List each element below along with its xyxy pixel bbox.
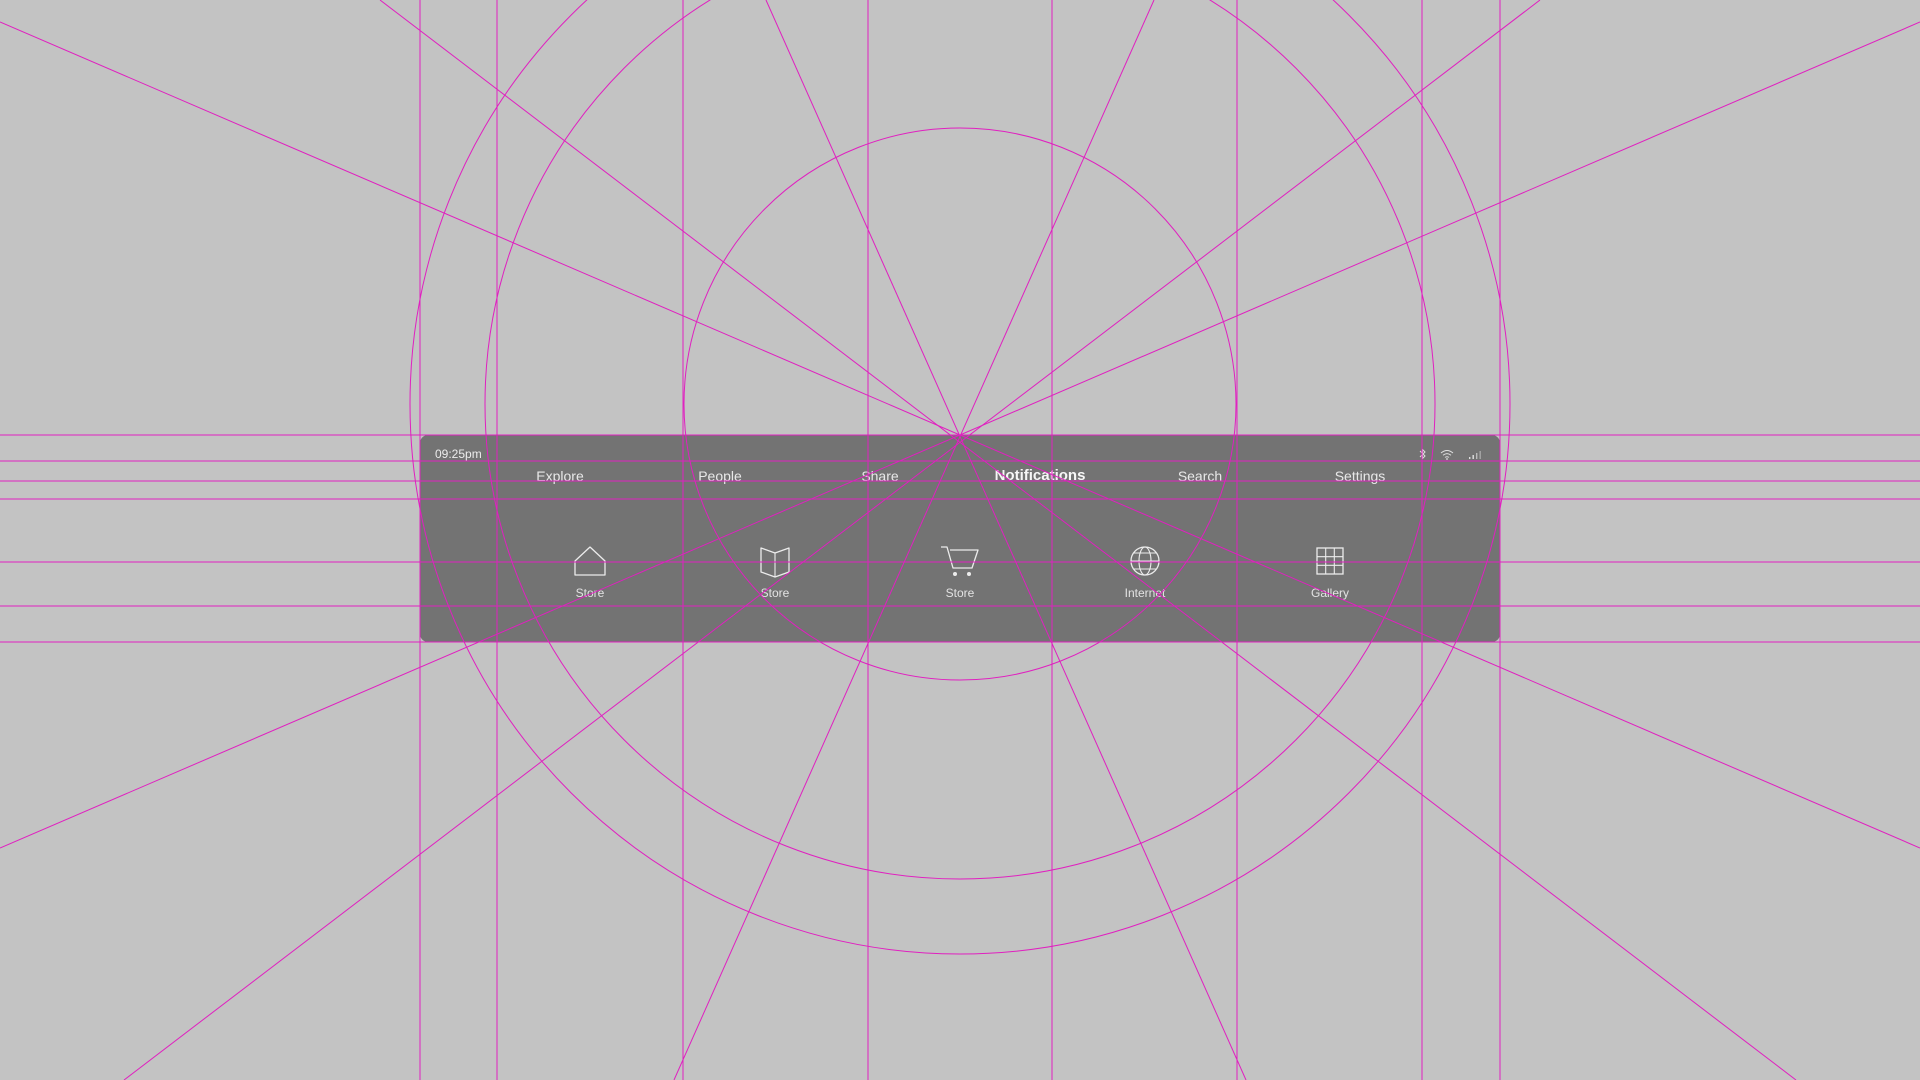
app-label: Gallery bbox=[1310, 586, 1349, 600]
home-icon bbox=[574, 546, 606, 576]
app-tile-gallery[interactable]: Gallery bbox=[1270, 541, 1390, 600]
status-icons bbox=[1419, 448, 1482, 460]
app-tile-internet[interactable]: Internet bbox=[1085, 541, 1205, 600]
app-label: Store bbox=[760, 586, 790, 600]
tab-search[interactable]: Search bbox=[1130, 465, 1270, 487]
book-icon bbox=[760, 547, 790, 578]
tab-share[interactable]: Share bbox=[810, 465, 950, 487]
app-tile-cart[interactable]: Store bbox=[900, 541, 1020, 600]
grid-icon bbox=[1316, 547, 1344, 575]
wifi-icon bbox=[1440, 449, 1454, 460]
bluetooth-icon bbox=[1419, 448, 1426, 460]
tab-settings[interactable]: Settings bbox=[1290, 465, 1430, 487]
app-label: Store bbox=[945, 586, 975, 600]
app-tile-book[interactable]: Store bbox=[715, 541, 835, 600]
app-label: Store bbox=[575, 586, 605, 600]
signal-icon bbox=[1468, 449, 1482, 459]
app-label: Internet bbox=[1124, 586, 1166, 600]
tab-explore[interactable]: Explore bbox=[490, 465, 630, 487]
cart-icon bbox=[941, 546, 979, 576]
screen: 09:25pm Explore People Share Notificatio… bbox=[0, 0, 1920, 1080]
tab-people[interactable]: People bbox=[650, 465, 790, 487]
tab-notifications[interactable]: Notifications bbox=[970, 465, 1110, 487]
tv-menu-panel: 09:25pm Explore People Share Notificatio… bbox=[420, 435, 1500, 642]
globe-icon bbox=[1130, 546, 1160, 576]
app-tile-home[interactable]: Store bbox=[530, 541, 650, 600]
status-time: 09:25pm bbox=[435, 447, 482, 461]
